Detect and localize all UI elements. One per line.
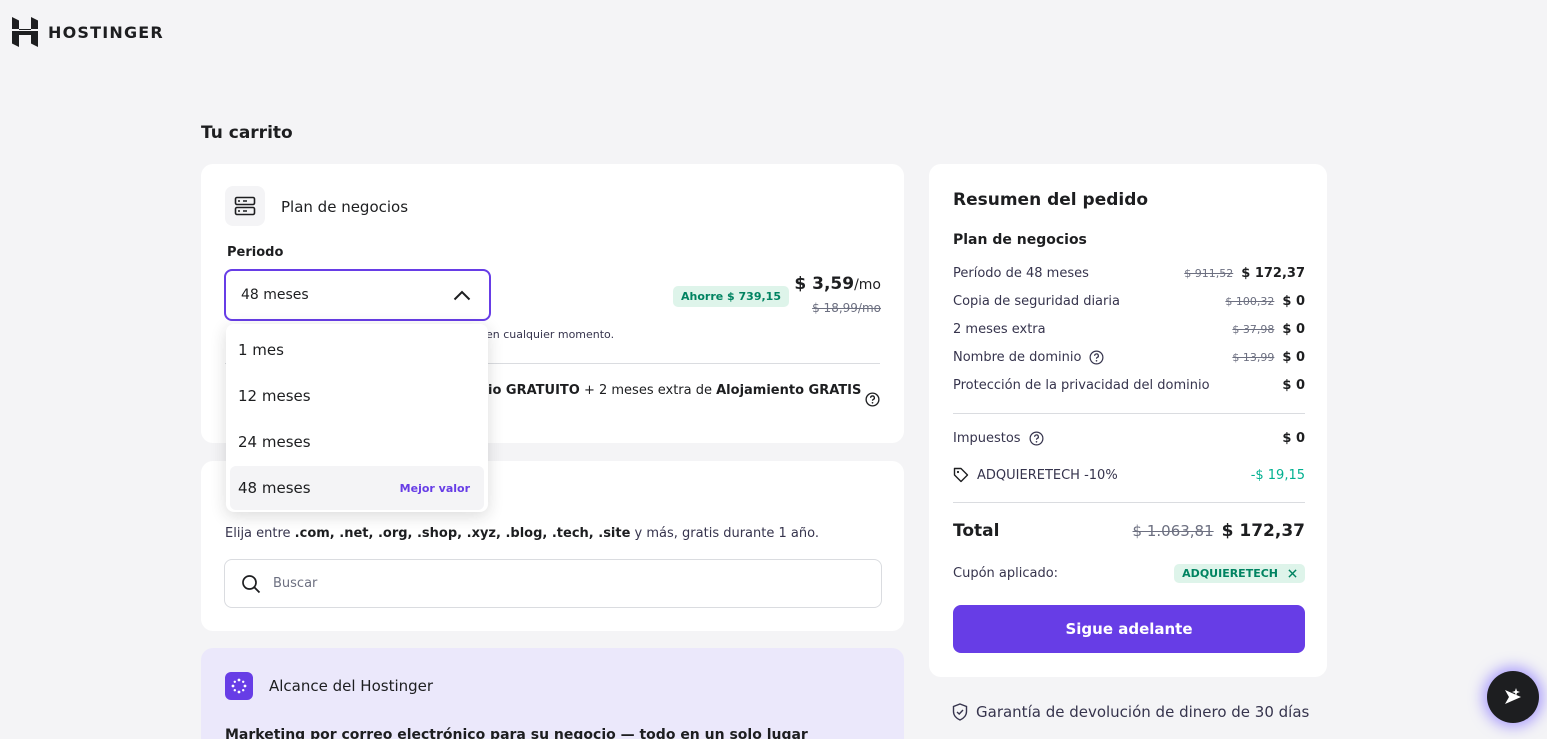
domain-search-input[interactable]: [273, 576, 833, 591]
plan-price: $ 3,59/mo: [794, 274, 881, 294]
total-new: $ 172,37: [1221, 521, 1305, 541]
reach-title: Alcance del Hostinger: [269, 677, 434, 695]
period-option-24[interactable]: 24 meses: [230, 420, 484, 464]
cancel-note: en cualquier momento.: [486, 328, 615, 341]
promo-part-3: Alojamiento GRATIS: [716, 383, 862, 398]
period-dropdown: 1 mes 12 meses 24 meses 48 meses Mejor v…: [226, 324, 488, 512]
summary-item-new: $ 0: [1282, 322, 1305, 337]
period-option-label: 1 mes: [238, 341, 284, 359]
domain-search-box[interactable]: [224, 559, 882, 608]
tax-value: $ 0: [1282, 431, 1305, 446]
coupon-row: ADQUIERETECH -10% -$ 19,15: [953, 467, 1305, 483]
summary-item-new: $ 0: [1282, 350, 1305, 365]
total-old: $ 1.063,81: [1132, 522, 1214, 540]
hostinger-logo-icon: [12, 17, 38, 47]
period-label: Periodo: [227, 245, 284, 260]
summary-item-old: $ 100,32: [1225, 295, 1275, 308]
chevron-up-icon: [453, 290, 471, 300]
shield-check-icon: [952, 703, 968, 721]
period-select-value: 48 meses: [241, 287, 309, 303]
reach-card: Alcance del Hostinger Marketing por corr…: [201, 648, 904, 739]
continue-button[interactable]: Sigue adelante: [953, 605, 1305, 653]
domain-text-prefix: Elija entre: [225, 526, 295, 541]
total-row: Total $ 1.063,81 $ 172,37: [953, 521, 1305, 541]
coupon-code-label: ADQUIERETECH -10%: [977, 467, 1118, 483]
coupon-badge-code: ADQUIERETECH: [1182, 567, 1278, 580]
summary-title: Resumen del pedido: [953, 190, 1149, 210]
summary-item-old: $ 13,99: [1232, 351, 1275, 364]
coupon-discount: -$ 19,15: [1250, 467, 1305, 483]
summary-item: Período de 48 meses $ 911,52 $ 172,37: [953, 266, 1305, 281]
summary-item-label: 2 meses extra: [953, 322, 1046, 337]
promo-line: io GRATUITO + 2 meses extra de Alojamien…: [488, 383, 861, 398]
coupon-applied-row: Cupón aplicado: ADQUIERETECH: [953, 564, 1305, 583]
page-title: Tu carrito: [201, 123, 293, 143]
summary-item: Protección de la privacidad del dominio …: [953, 378, 1305, 393]
hostinger-logo[interactable]: HOSTINGER: [12, 17, 164, 47]
period-option-label: 48 meses: [238, 479, 311, 497]
summary-item: Copia de seguridad diaria $ 100,32 $ 0: [953, 294, 1305, 309]
period-option-1[interactable]: 1 mes: [230, 328, 484, 372]
guarantee-text: Garantía de devolución de dinero de 30 d…: [976, 703, 1310, 721]
tag-icon: [953, 467, 969, 483]
divider: [953, 413, 1305, 414]
plan-title: Plan de negocios: [281, 198, 409, 216]
promo-part-2: + 2 meses extra de: [579, 383, 717, 398]
reach-logo-icon: [225, 672, 253, 700]
plan-price-value: $ 3,59: [794, 274, 855, 294]
close-icon[interactable]: [1288, 569, 1297, 578]
plan-price-unit: /mo: [854, 277, 881, 293]
ai-assistant-button[interactable]: [1487, 671, 1539, 723]
coupon-badge: ADQUIERETECH: [1174, 564, 1305, 583]
plan-price-old: $ 18,99/mo: [812, 301, 881, 315]
period-option-label: 24 meses: [238, 433, 311, 451]
summary-item-label: Copia de seguridad diaria: [953, 294, 1120, 309]
summary-item: Nombre de dominio $ 13,99 $ 0: [953, 350, 1305, 365]
period-select[interactable]: 48 meses: [224, 269, 491, 321]
period-option-label: 12 meses: [238, 387, 311, 405]
help-icon[interactable]: [865, 392, 880, 407]
domain-text-suffix: y más, gratis durante 1 año.: [630, 526, 819, 541]
server-icon: [225, 186, 265, 226]
summary-item-old: $ 37,98: [1232, 323, 1275, 336]
search-icon: [242, 574, 261, 593]
order-summary-card: Resumen del pedido Plan de negocios Perí…: [929, 164, 1327, 677]
money-back-guarantee: Garantía de devolución de dinero de 30 d…: [952, 703, 1309, 721]
best-value-badge: Mejor valor: [399, 481, 470, 495]
total-label: Total: [953, 521, 1000, 541]
summary-item-new: $ 0: [1282, 378, 1305, 393]
help-icon[interactable]: [1029, 431, 1044, 446]
summary-item-new: $ 172,37: [1241, 266, 1305, 281]
divider: [953, 502, 1305, 503]
summary-item-old: $ 911,52: [1184, 267, 1234, 280]
tax-label: Impuestos: [953, 431, 1021, 446]
domain-tlds: .com, .net, .org, .shop, .xyz, .blog, .t…: [294, 526, 631, 541]
brand-name: HOSTINGER: [48, 22, 164, 42]
summary-item: 2 meses extra $ 37,98 $ 0: [953, 322, 1305, 337]
summary-item-label: Período de 48 meses: [953, 266, 1089, 281]
summary-item-new: $ 0: [1282, 294, 1305, 309]
summary-item-label: Nombre de dominio: [953, 350, 1082, 365]
coupon-applied-label: Cupón aplicado:: [953, 566, 1059, 581]
help-icon[interactable]: [1089, 350, 1104, 365]
tax-row: Impuestos $ 0: [953, 431, 1305, 446]
domain-description: Elija entre .com, .net, .org, .shop, .xy…: [225, 526, 819, 541]
sparkle-icon: [1505, 688, 1521, 704]
summary-plan-name: Plan de negocios: [953, 232, 1087, 248]
reach-subtitle: Marketing por correo electrónico para su…: [225, 727, 808, 739]
promo-part-1: io GRATUITO: [488, 383, 580, 398]
summary-item-label: Protección de la privacidad del dominio: [953, 378, 1210, 393]
savings-badge: Ahorre $ 739,15: [673, 286, 789, 307]
period-option-12[interactable]: 12 meses: [230, 374, 484, 418]
period-option-48[interactable]: 48 meses Mejor valor: [230, 466, 484, 510]
